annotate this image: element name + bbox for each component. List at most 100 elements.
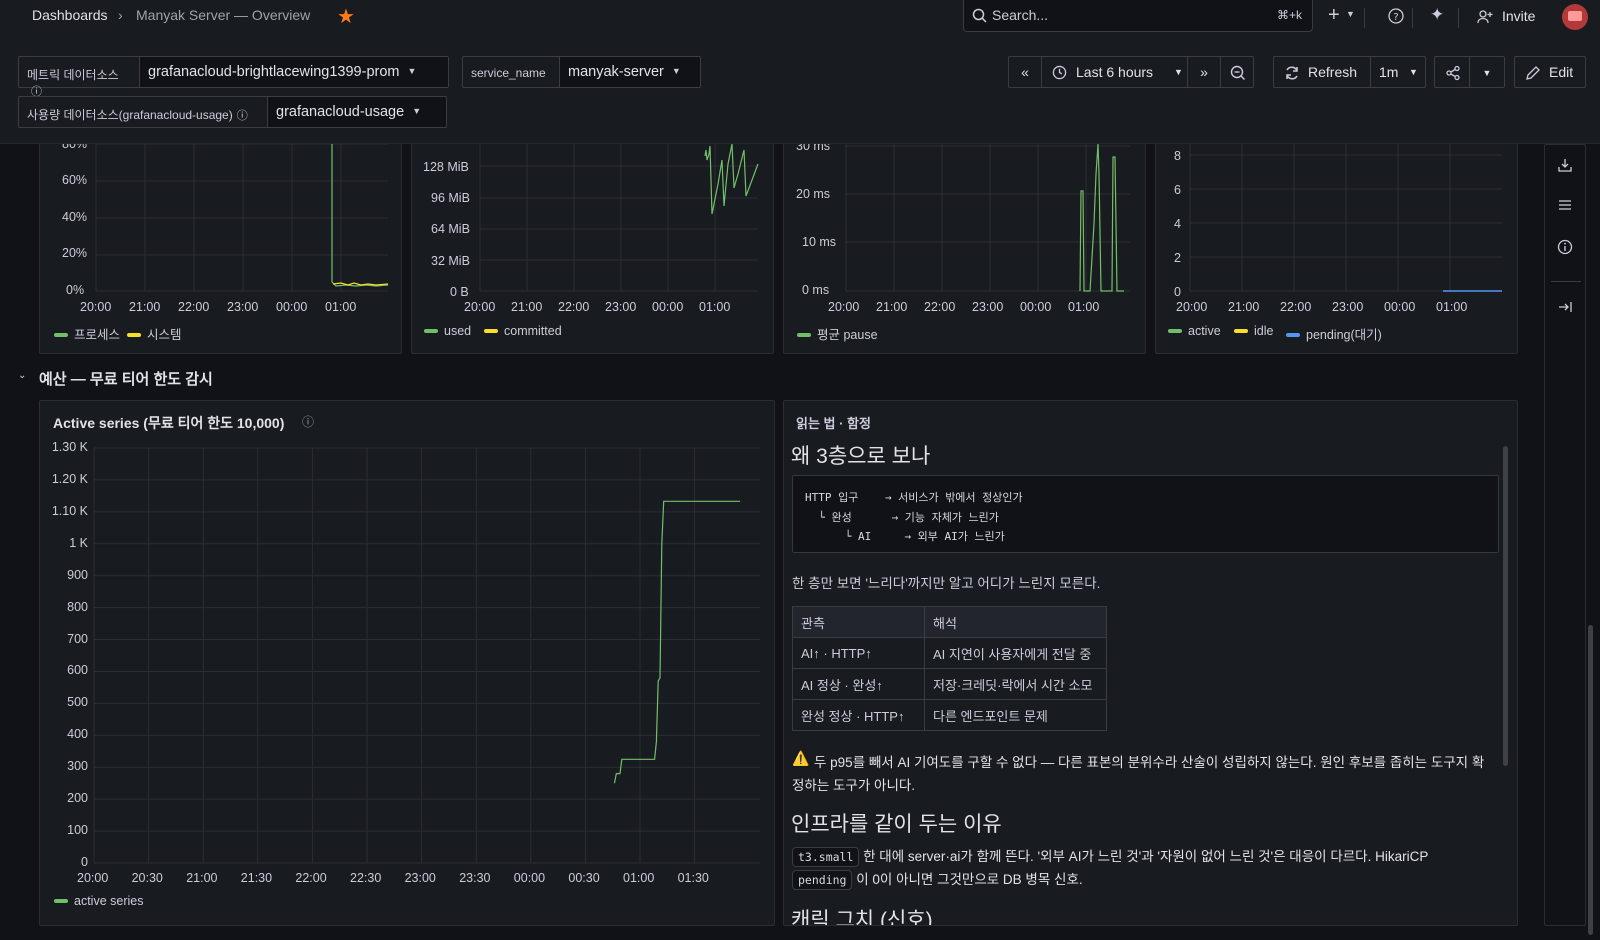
zoom-out-button[interactable]: [1220, 56, 1254, 88]
search-input[interactable]: Search... ⌘+k: [963, 0, 1313, 32]
cpu-plot: [95, 143, 389, 292]
inline-code: pending: [792, 870, 853, 890]
legend-item[interactable]: 평균 pause: [797, 324, 878, 343]
table-header: 관측: [792, 606, 925, 638]
y-tick: 600: [67, 663, 88, 678]
divider: [1364, 8, 1365, 28]
usage-datasource-select[interactable]: grafanacloud-usage ▼: [268, 96, 447, 128]
x-tick: 20:00: [464, 300, 496, 314]
paragraph: t3.small 한 대에 server·ai가 함께 뜬다. '외부 AI가 …: [792, 845, 1429, 867]
edit-label: Edit: [1549, 64, 1574, 80]
y-tick: 0 B: [450, 285, 469, 299]
chevron-down-icon[interactable]: ▼: [1346, 9, 1355, 19]
metric-datasource-label: 메트릭 데이터소스ⓘ: [18, 56, 140, 98]
y-tick: 1.10 K: [51, 503, 88, 518]
table-cell: 다른 엔드포인트 문제: [924, 699, 1107, 731]
legend-item[interactable]: pending(대기): [1286, 324, 1382, 343]
time-range-picker[interactable]: Last 6 hours ▼: [1041, 56, 1188, 88]
avatar[interactable]: [1562, 4, 1588, 30]
legend-item[interactable]: committed: [484, 324, 562, 338]
refresh-button[interactable]: Refresh: [1273, 56, 1371, 88]
help-icon[interactable]: ?: [1388, 8, 1404, 24]
chevron-down-icon: ▼: [1482, 68, 1492, 78]
info-icon[interactable]: [1557, 239, 1573, 255]
table-row: AI↑ · HTTP↑ AI 지연이 사용자에게 전달 중: [792, 637, 1107, 669]
chevron-down-icon: ▼: [407, 66, 417, 76]
legend-item[interactable]: active: [1168, 324, 1221, 338]
legend-item[interactable]: 프로세스: [54, 324, 120, 343]
divider: [1412, 8, 1413, 28]
svg-text:?: ?: [1393, 12, 1398, 23]
download-icon[interactable]: [1557, 157, 1573, 173]
y-tick: 128 MiB: [423, 160, 469, 174]
usage-datasource-value: grafanacloud-usage: [276, 104, 405, 120]
x-tick: 00:30: [568, 871, 600, 885]
clock-icon: [1052, 65, 1067, 80]
pencil-icon: [1526, 66, 1540, 80]
inline-code: t3.small: [792, 847, 860, 867]
chevron-down-icon[interactable]: ⌄: [18, 370, 26, 381]
code-block: HTTP 입구 → 서비스가 밖에서 정상인가 └ 완성 → 기능 자체가 느린…: [792, 475, 1499, 553]
warning-text: 두 p95를 빼서 AI 기여도를 구할 수 없다 — 다른 표본의 분위수라 …: [814, 755, 1485, 770]
panel-title: Active series (무료 티어 한도 10,000): [53, 415, 285, 431]
table-cell: AI↑ · HTTP↑: [792, 637, 925, 669]
chevron-down-icon: ▼: [671, 66, 681, 76]
breadcrumb-separator: ›: [118, 7, 123, 23]
refresh-icon: [1286, 66, 1298, 80]
share-button[interactable]: [1434, 56, 1470, 88]
y-tick: 200: [67, 791, 88, 806]
sparkle-icon[interactable]: ✦: [1430, 5, 1444, 25]
x-tick: 00:00: [513, 871, 546, 885]
time-range-label: Last 6 hours: [1076, 64, 1154, 80]
x-tick: 23:00: [404, 871, 436, 885]
service-name-select[interactable]: manyak-server ▼: [560, 56, 701, 88]
plus-icon[interactable]: +: [1328, 4, 1340, 27]
x-tick: 20:00: [828, 300, 860, 314]
metric-datasource-select[interactable]: grafanacloud-brightlacewing1399-prom ▼: [140, 56, 449, 88]
usage-datasource-label: 사용량 데이터소스(grafanacloud-usage) ⓘ: [18, 96, 268, 128]
refresh-interval-value: 1m: [1379, 64, 1399, 80]
x-tick: 21:00: [1228, 300, 1260, 314]
legend-item[interactable]: used: [424, 324, 471, 338]
star-icon[interactable]: ★: [337, 4, 355, 29]
x-tick: 01:00: [623, 871, 655, 885]
paragraph-text: 이 0이 아니면 그것만으로 DB 병목 신호.: [852, 872, 1083, 887]
x-tick: 00:00: [276, 300, 308, 314]
row-title[interactable]: 예산 — 무료 티어 한도 감시: [39, 368, 213, 389]
x-tick: 01:00: [1068, 300, 1100, 314]
x-tick: 21:00: [876, 300, 908, 314]
refresh-interval-select[interactable]: 1m ▼: [1370, 56, 1426, 88]
page-scrollbar-thumb[interactable]: [1588, 625, 1593, 935]
time-forward-button[interactable]: »: [1187, 56, 1221, 88]
legend-item[interactable]: idle: [1234, 324, 1273, 338]
x-tick: 01:30: [677, 871, 709, 885]
table-cell: 저장·크레딧·락에서 시간 소모: [924, 668, 1107, 700]
add-user-icon: [1477, 10, 1493, 24]
search-placeholder: Search...: [992, 7, 1049, 23]
top-bar: Dashboards › Manyak Server — Overview ★ …: [0, 0, 1600, 34]
y-tick: 10 ms: [802, 235, 837, 249]
y-tick: 800: [67, 599, 88, 614]
warning-icon: ⚠️: [792, 750, 810, 766]
y-tick: 6: [1174, 183, 1181, 197]
legend-item[interactable]: 시스템: [127, 324, 182, 343]
x-tick: 22:00: [558, 300, 590, 314]
paragraph-text: 한 대에 server·ai가 함께 뜬다. '외부 AI가 느린 것'과 '자…: [859, 849, 1429, 864]
invite-button[interactable]: Invite: [1502, 8, 1535, 24]
time-back-button[interactable]: «: [1008, 56, 1042, 88]
collapse-icon[interactable]: [1557, 299, 1573, 315]
y-tick: 64 MiB: [431, 222, 470, 236]
list-icon[interactable]: [1557, 197, 1573, 213]
chevron-down-icon: ▼: [1409, 67, 1418, 77]
scrollbar-thumb[interactable]: [1503, 446, 1508, 766]
y-tick: 300: [67, 759, 88, 774]
info-icon[interactable]: ⓘ: [302, 413, 314, 430]
divider: [1551, 281, 1581, 282]
table-cell: AI 지연이 사용자에게 전달 중: [924, 637, 1107, 669]
breadcrumb-dashboards[interactable]: Dashboards: [32, 7, 108, 23]
share-dropdown[interactable]: ▼: [1469, 56, 1505, 88]
panel-title: 읽는 법 · 함정: [796, 416, 871, 431]
edit-button[interactable]: Edit: [1514, 56, 1586, 88]
warning-text-cont: 정하는 도구가 아니다.: [792, 778, 916, 793]
legend-item[interactable]: active series: [54, 894, 143, 908]
